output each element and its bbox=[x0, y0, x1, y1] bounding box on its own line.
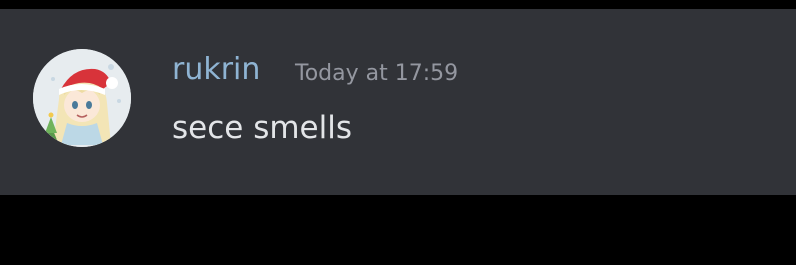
user-avatar-icon[interactable] bbox=[33, 49, 131, 147]
message-timestamp: Today at 17:59 bbox=[295, 61, 459, 86]
message-content: sece smells bbox=[172, 110, 352, 146]
message-author-name[interactable]: rukrin bbox=[172, 52, 260, 88]
screenshot-frame: rukrin Today at 17:59 sece smells bbox=[0, 0, 796, 265]
chat-message[interactable]: rukrin Today at 17:59 sece smells bbox=[0, 9, 796, 195]
